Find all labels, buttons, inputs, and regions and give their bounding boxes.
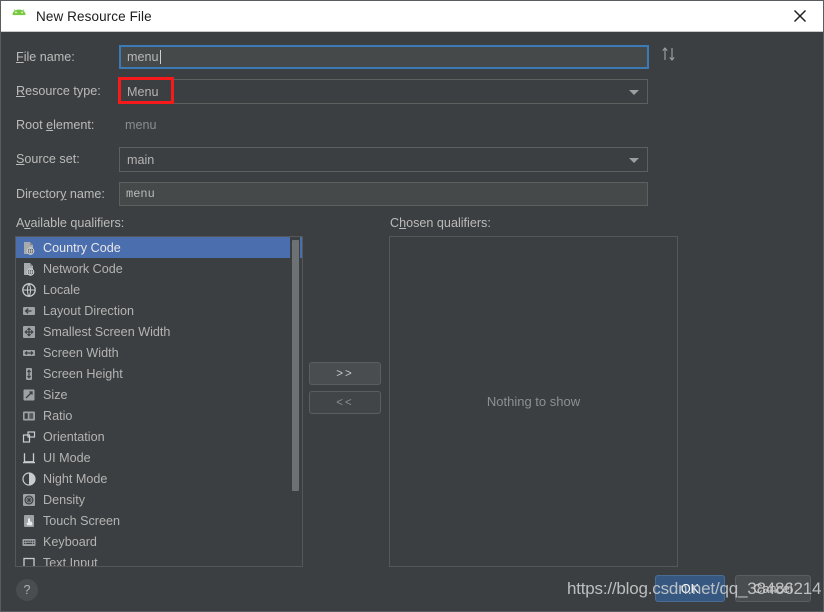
file-name-label: File name: (16, 50, 75, 64)
resource-type-label: Resource type: (16, 84, 101, 98)
qualifier-list-item-label: Keyboard (43, 534, 97, 549)
remove-qualifier-label: << (336, 396, 354, 409)
resource-type-value: Menu (127, 84, 159, 99)
root-element-row: Root element: menu (1, 113, 823, 137)
smallest-screen-width-icon (21, 324, 37, 340)
qualifier-list-item-label: Smallest Screen Width (43, 324, 171, 339)
add-qualifier-button[interactable]: >> (309, 362, 381, 385)
directory-name-input[interactable]: menu (119, 182, 648, 206)
file-name-input[interactable]: menu (119, 45, 649, 69)
qualifier-list-item[interactable]: Screen Height (16, 363, 302, 384)
chosen-qualifiers-label: Chosen qualifiers: (390, 216, 491, 230)
qualifier-list-item-label: Locale (43, 282, 81, 297)
sort-up-down-icon[interactable] (660, 46, 678, 63)
keyboard-icon (21, 534, 37, 550)
chevron-down-icon[interactable] (629, 89, 639, 95)
android-robot-icon (10, 9, 28, 23)
available-qualifiers-label: Available qualifiers: (16, 216, 125, 230)
qualifier-list-item[interactable]: Network Code (16, 258, 302, 279)
night-mode-icon (21, 471, 37, 487)
qualifier-list-item[interactable]: Size (16, 384, 302, 405)
qualifier-list-item-label: Country Code (43, 240, 121, 255)
country-code-icon (21, 240, 37, 256)
root-element-value: menu (125, 118, 157, 132)
chosen-qualifiers-empty-text: Nothing to show (486, 394, 581, 409)
chevron-down-icon[interactable] (629, 157, 639, 163)
arrow-left-icon (21, 303, 37, 319)
qualifier-list-item-label: Text Input (43, 555, 98, 567)
new-resource-file-dialog: New Resource File File name: menu Resour… (0, 0, 824, 612)
qualifier-list-item[interactable]: Screen Width (16, 342, 302, 363)
network-code-icon (21, 261, 37, 277)
root-element-label: Root element: (16, 118, 95, 132)
file-name-value: menu (127, 50, 159, 64)
source-set-combobox-box (119, 147, 648, 172)
qualifier-list-item[interactable]: Country Code (16, 237, 302, 258)
orientation-icon (21, 429, 37, 445)
remove-qualifier-button[interactable]: << (309, 391, 381, 414)
resource-type-combobox[interactable]: Menu (119, 79, 648, 104)
qualifier-list-item[interactable]: Orientation (16, 426, 302, 447)
resource-type-combobox-box (119, 79, 648, 104)
qualifier-list-item-label: Screen Height (43, 366, 123, 381)
add-qualifier-label: >> (336, 367, 354, 380)
title-bar: New Resource File (1, 1, 823, 32)
qualifier-list-item[interactable]: Layout Direction (16, 300, 302, 321)
text-caret (159, 50, 161, 64)
help-icon: ? (23, 583, 31, 597)
file-name-row: File name: menu (1, 45, 823, 69)
source-set-row: Source set: main (1, 147, 823, 172)
directory-name-value: menu (126, 187, 155, 201)
qualifier-list-item-label: Layout Direction (43, 303, 135, 318)
qualifier-list-item-label: Orientation (43, 429, 105, 444)
qualifier-list-item-label: Size (43, 387, 68, 402)
qualifier-list-item[interactable]: Density (16, 489, 302, 510)
qualifier-list-item-label: Screen Width (43, 345, 119, 360)
qualifier-list-item[interactable]: Touch Screen (16, 510, 302, 531)
size-icon (21, 387, 37, 403)
ok-button-label: OK (680, 581, 700, 596)
available-qualifiers-scrollbar-thumb[interactable] (292, 240, 299, 491)
qualifier-list-item[interactable]: Night Mode (16, 468, 302, 489)
qualifier-list-item-label: Night Mode (43, 471, 108, 486)
screen-height-icon (21, 366, 37, 382)
qualifier-list-item[interactable]: Ratio (16, 405, 302, 426)
source-set-label: Source set: (16, 152, 80, 166)
qualifier-list-item[interactable]: Locale (16, 279, 302, 300)
ok-button[interactable]: OK (655, 575, 725, 602)
available-qualifiers-list[interactable]: Country Code Network Code Locale Layout Dir… (15, 236, 303, 567)
globe-icon (21, 282, 37, 298)
resource-type-row: Resource type: Menu (1, 79, 823, 104)
help-button[interactable]: ? (16, 579, 38, 601)
qualifier-list-item-label: UI Mode (43, 450, 91, 465)
ratio-icon (21, 408, 37, 424)
qualifier-list-item[interactable]: Keyboard (16, 531, 302, 552)
screen-width-icon (21, 345, 37, 361)
chosen-qualifiers-list[interactable]: Nothing to show (389, 236, 678, 567)
touch-screen-icon (21, 513, 37, 529)
cancel-button[interactable]: Cancel (735, 575, 811, 602)
cancel-button-label: Cancel (753, 581, 793, 596)
ui-mode-icon (21, 450, 37, 466)
close-icon[interactable] (777, 1, 823, 31)
density-icon (21, 492, 37, 508)
source-set-combobox[interactable]: main (119, 147, 648, 172)
directory-name-label: Directory name: (16, 187, 105, 201)
qualifier-list-item-label: Density (43, 492, 85, 507)
qualifier-list-item[interactable]: Smallest Screen Width (16, 321, 302, 342)
qualifier-list-item[interactable]: Text Input (16, 552, 302, 567)
text-input-icon (21, 555, 37, 566)
window-title: New Resource File (36, 8, 152, 24)
qualifier-list-item-label: Touch Screen (43, 513, 121, 528)
qualifier-list-item[interactable]: UI Mode (16, 447, 302, 468)
qualifier-list-item-label: Ratio (43, 408, 73, 423)
qualifier-list-item-label: Network Code (43, 261, 123, 276)
directory-name-row: Directory name: menu (1, 182, 823, 206)
source-set-value: main (127, 152, 155, 167)
